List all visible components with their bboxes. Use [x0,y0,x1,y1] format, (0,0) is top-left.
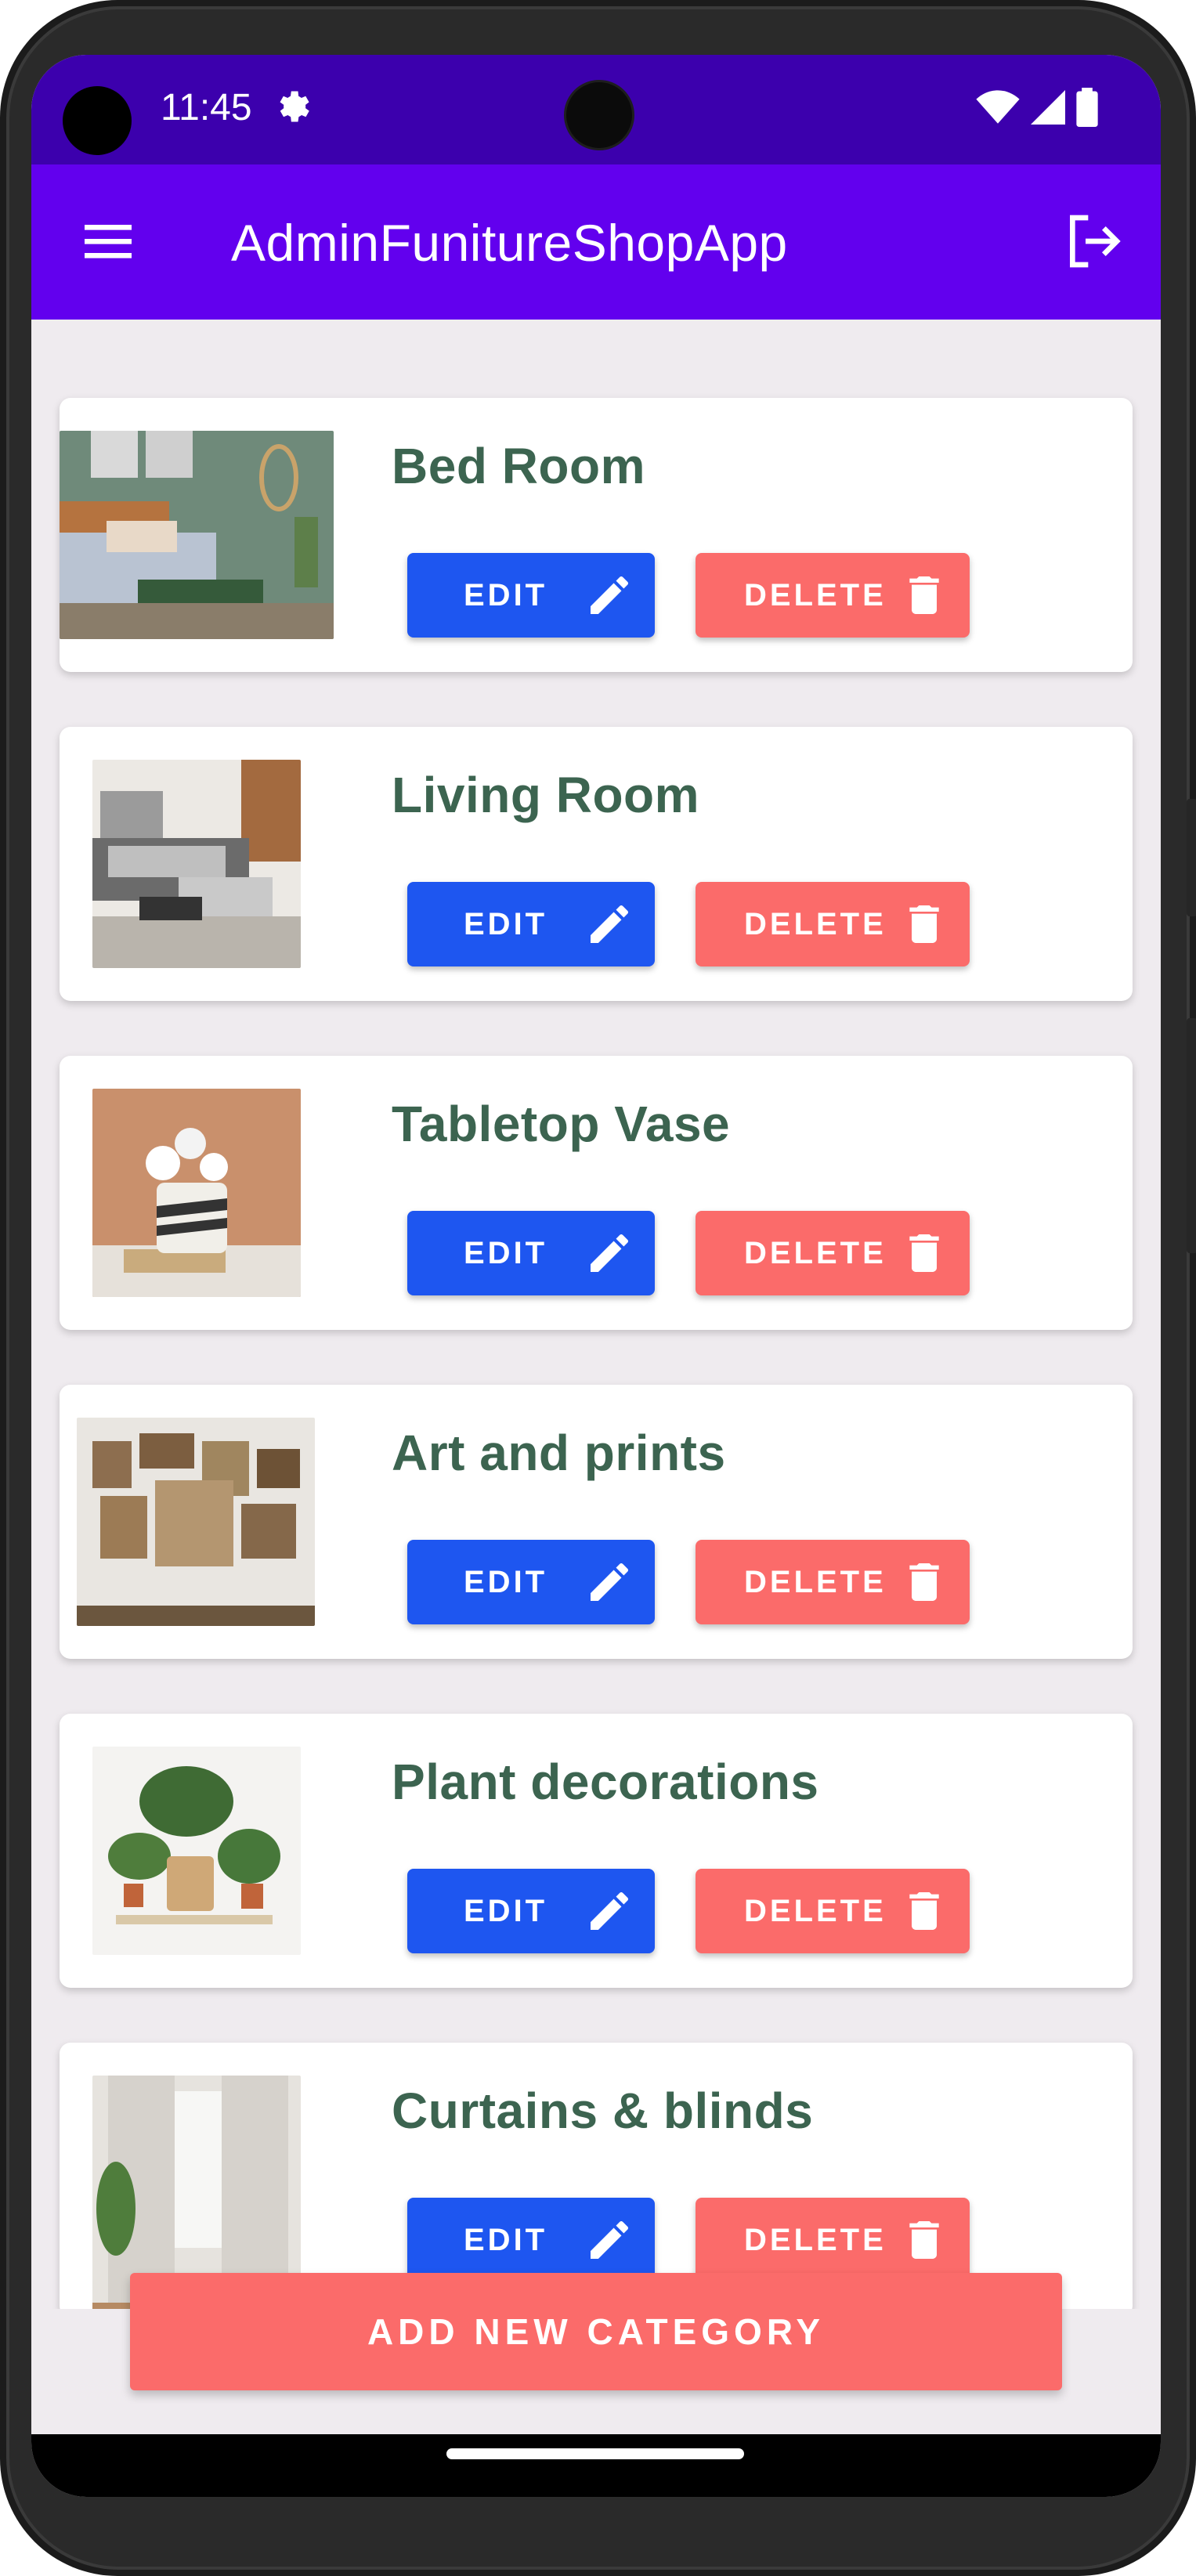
screen: 11:45 AdminFunitureShopApp Bed Room EDIT… [31,55,1161,2497]
edit-button[interactable]: EDIT [407,1211,655,1295]
delete-label: DELETE [744,1564,887,1599]
category-image [60,431,334,639]
delete-button[interactable]: DELETE [696,553,970,638]
edit-label: EDIT [464,1893,548,1928]
volume-button [1187,1018,1196,1253]
category-card: Art and prints EDIT DELETE [60,1385,1133,1659]
pencil-icon [591,1892,628,1930]
pencil-icon [591,576,628,614]
category-image [92,1089,301,1297]
delete-button[interactable]: DELETE [696,1211,970,1295]
pencil-icon [591,905,628,943]
trash-icon [909,1563,939,1601]
edit-button[interactable]: EDIT [407,882,655,966]
edit-label: EDIT [464,1564,548,1599]
add-new-category-button[interactable]: ADD NEW CATEGORY [130,2273,1062,2390]
delete-label: DELETE [744,2222,887,2257]
delete-button[interactable]: DELETE [696,2198,970,2282]
delete-button[interactable]: DELETE [696,882,970,966]
status-time: 11:45 [161,87,252,128]
edit-button[interactable]: EDIT [407,1540,655,1624]
category-card: Tabletop Vase EDIT DELETE [60,1056,1133,1330]
trash-icon [909,905,939,943]
delete-label: DELETE [744,577,887,612]
home-handle[interactable] [446,2448,744,2459]
edit-button[interactable]: EDIT [407,2198,655,2282]
status-icons [976,88,1098,127]
category-card: Bed Room EDIT DELETE [60,398,1133,672]
delete-button[interactable]: DELETE [696,1540,970,1624]
category-list[interactable]: Bed Room EDIT DELETE Living Room EDIT DE… [31,320,1161,2309]
pencil-icon [591,1563,628,1601]
edit-button[interactable]: EDIT [407,553,655,638]
logout-icon[interactable] [1062,210,1125,273]
category-card: Plant decorations EDIT DELETE [60,1714,1133,1988]
front-camera [564,80,634,150]
trash-icon [909,576,939,614]
edit-label: EDIT [464,906,548,941]
camera-hole [63,86,132,155]
navigation-bar [31,2434,1161,2497]
wifi-icon [976,90,1020,124]
category-image [92,1747,301,1955]
category-title: Living Room [392,767,700,823]
menu-icon[interactable] [80,213,136,269]
category-title: Art and prints [392,1425,726,1481]
trash-icon [909,1892,939,1930]
edit-button[interactable]: EDIT [407,1869,655,1953]
delete-label: DELETE [744,1893,887,1928]
trash-icon [909,2221,939,2259]
category-title: Bed Room [392,438,645,494]
app-bar: AdminFunitureShopApp [31,164,1161,320]
trash-icon [909,1234,939,1272]
signal-icon [1031,90,1065,125]
gear-icon [280,91,309,122]
status-bar: 11:45 [31,55,1161,164]
edit-label: EDIT [464,577,548,612]
power-button [1187,799,1196,916]
category-card: Living Room EDIT DELETE [60,727,1133,1001]
battery-icon [1076,88,1098,127]
pencil-icon [591,2221,628,2259]
app-title: AdminFunitureShopApp [231,214,788,272]
category-card: Curtains & blinds EDIT DELETE [60,2043,1133,2309]
delete-label: DELETE [744,1235,887,1270]
edit-label: EDIT [464,1235,548,1270]
phone-frame: 11:45 AdminFunitureShopApp Bed Room EDIT… [0,0,1196,2576]
pencil-icon [591,1234,628,1272]
delete-button[interactable]: DELETE [696,1869,970,1953]
category-title: Plant decorations [392,1754,819,1810]
category-title: Tabletop Vase [392,1096,731,1152]
category-image [77,1418,315,1626]
category-title: Curtains & blinds [392,2083,814,2139]
category-image [92,760,301,968]
delete-label: DELETE [744,906,887,941]
edit-label: EDIT [464,2222,548,2257]
